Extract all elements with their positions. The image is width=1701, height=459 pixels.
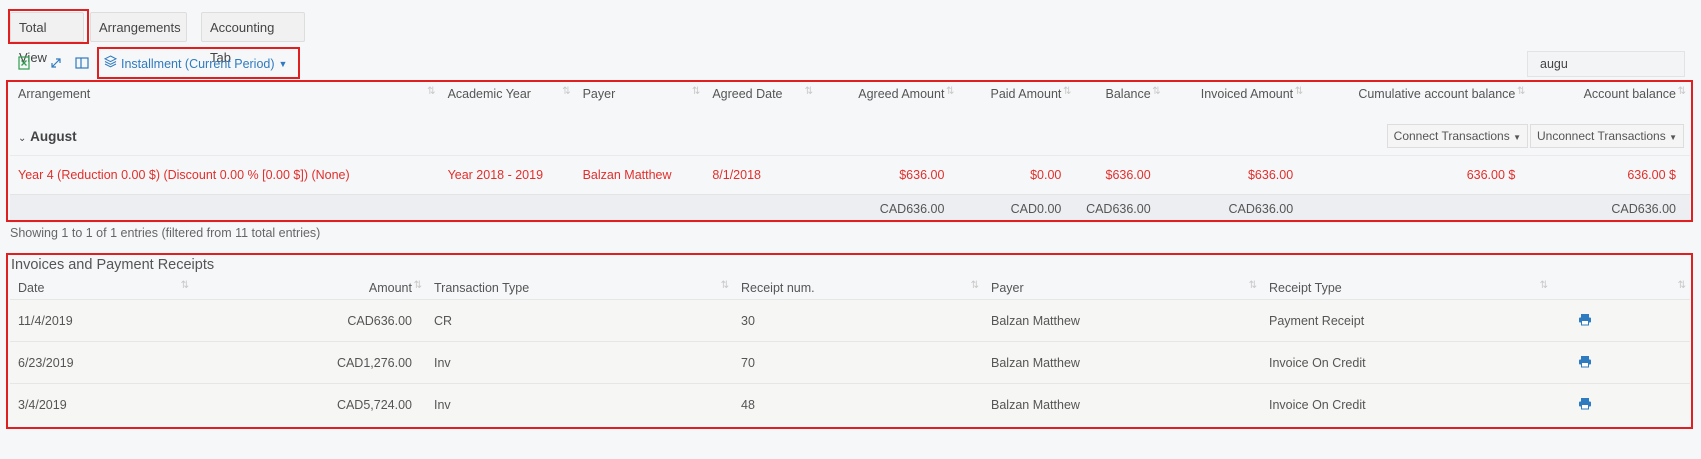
expand-icon[interactable]	[44, 52, 68, 74]
tab-accounting[interactable]: Accounting Tab	[201, 12, 305, 65]
highlight-box	[6, 80, 1693, 222]
highlight-box	[97, 47, 300, 79]
excel-icon[interactable]	[12, 52, 36, 74]
search-input[interactable]	[1527, 51, 1685, 77]
columns-icon[interactable]	[70, 52, 94, 74]
highlight-box	[8, 9, 89, 44]
table-info: Showing 1 to 1 of 1 entries (filtered fr…	[10, 226, 321, 240]
tab-arrangements[interactable]: Arrangements	[90, 12, 187, 42]
highlight-box	[6, 253, 1693, 429]
